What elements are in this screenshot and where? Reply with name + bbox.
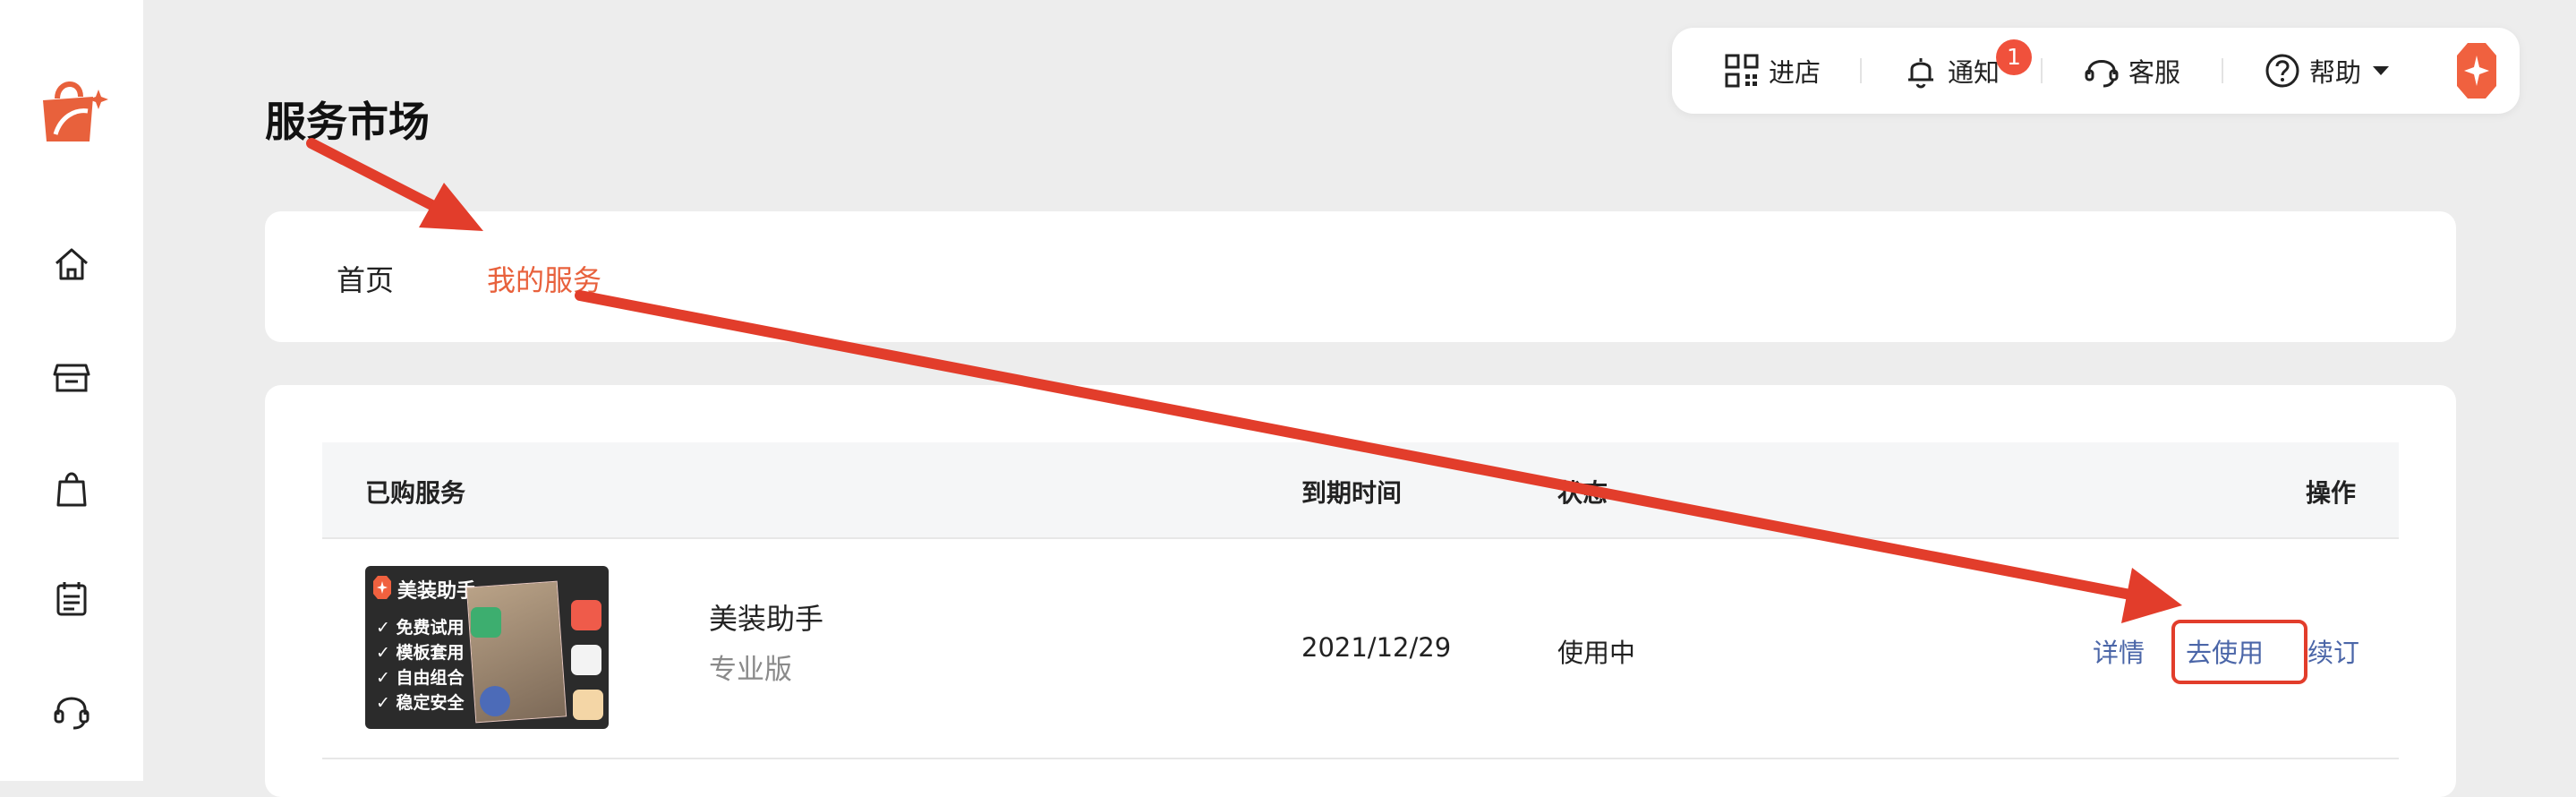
service-name: 美装助手 (709, 602, 824, 636)
store-icon[interactable] (49, 355, 94, 399)
calendar-icon[interactable] (49, 577, 94, 621)
column-header-expire: 到期时间 (1301, 478, 1403, 508)
toolbar-divider (2041, 58, 2043, 83)
notify-button[interactable]: 通知 (1901, 47, 2000, 94)
renew-link[interactable]: 续订 (2307, 632, 2359, 670)
gift-icon (573, 690, 603, 720)
status-text: 使用中 (1557, 638, 1636, 668)
avatar[interactable] (2455, 41, 2498, 100)
expire-date: 2021/12/29 (1301, 632, 1452, 663)
toolbar-divider (2222, 58, 2223, 83)
thumbnail-feature: 自由组合 (376, 664, 465, 689)
enter-shop-button[interactable]: 进店 (1722, 47, 1821, 94)
layout-icon (571, 600, 601, 630)
thumbnail-title: 美装助手 (397, 580, 477, 603)
qr-code-icon (1725, 54, 1759, 88)
bag-icon[interactable] (49, 466, 94, 510)
bell-icon (1908, 58, 1933, 89)
tabs-card: 首页 我的服务 (265, 211, 2456, 342)
app-logo[interactable] (34, 70, 109, 145)
thumbnail-feature: 免费试用 (376, 614, 465, 638)
caret-down-icon (2373, 66, 2390, 75)
headset-icon[interactable] (49, 688, 94, 733)
sidebar (0, 0, 143, 781)
compass-icon (480, 686, 510, 716)
column-header-actions: 操作 (2306, 478, 2357, 508)
highlight-box (2171, 620, 2307, 684)
help-label: 帮助 (2309, 57, 2362, 88)
service-edition: 专业版 (709, 654, 792, 686)
page-title: 服务市场 (265, 98, 430, 146)
home-icon[interactable] (49, 242, 94, 287)
headset-icon (2085, 60, 2119, 88)
tab-my-services[interactable]: 我的服务 (487, 258, 601, 299)
services-card: 已购服务 到期时间 状态 操作 美装助手 免费试用 模板套用 自由组合 稳定安全… (265, 385, 2456, 797)
thumbnail-feature: 稳定安全 (376, 690, 465, 714)
help-button[interactable]: 帮助 (2263, 47, 2392, 94)
thumbnail-feature: 模板套用 (376, 639, 465, 664)
detail-link[interactable]: 详情 (2093, 632, 2145, 670)
column-header-status: 状态 (1557, 478, 1608, 508)
tab-home[interactable]: 首页 (337, 258, 394, 299)
customer-service-button[interactable]: 客服 (2082, 47, 2180, 94)
enter-shop-label: 进店 (1769, 57, 1821, 88)
notification-count-badge: 1 (1996, 39, 2032, 75)
notify-label: 通知 (1948, 57, 2000, 88)
image-icon (471, 607, 501, 638)
toolbar-divider (1860, 58, 1862, 83)
brand-mark-icon (373, 576, 391, 599)
column-header-service: 已购服务 (365, 478, 466, 508)
text-icon (571, 645, 601, 675)
customer-service-label: 客服 (2128, 57, 2181, 88)
help-icon (2265, 54, 2299, 88)
service-thumbnail[interactable]: 美装助手 免费试用 模板套用 自由组合 稳定安全 (365, 566, 609, 729)
table-header: 已购服务 到期时间 状态 操作 (322, 442, 2399, 539)
table-row: 美装助手 免费试用 模板套用 自由组合 稳定安全 美装助手 专业版 2021/1… (322, 539, 2399, 759)
